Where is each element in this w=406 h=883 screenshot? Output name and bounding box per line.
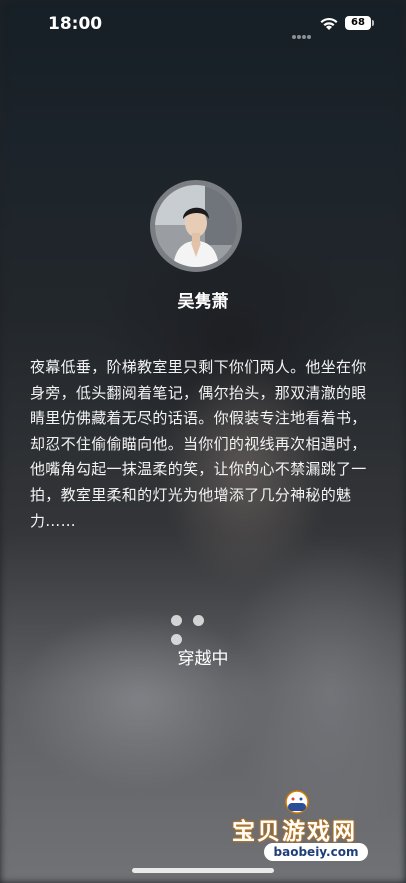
loading-dot — [171, 615, 182, 626]
battery-tip — [372, 20, 374, 26]
loading-dots — [171, 611, 235, 645]
wifi-icon — [319, 15, 339, 31]
home-indicator[interactable] — [132, 868, 274, 873]
avatar-portrait — [155, 185, 237, 267]
signal-icon — [292, 24, 314, 39]
status-time: 18:00 — [48, 14, 103, 34]
loading-dot — [193, 615, 204, 626]
avatar[interactable] — [150, 180, 242, 272]
character-name: 吴隽萧 — [177, 292, 229, 312]
battery-icon: 68 — [345, 16, 371, 30]
loading-label: 穿越中 — [177, 649, 229, 669]
status-bar: 18:00 68 — [0, 0, 406, 48]
site-watermark: 宝贝游戏网 baobeiy.com — [232, 790, 382, 870]
watermark-title: 宝贝游戏网 — [232, 819, 357, 845]
watermark-url: baobeiy.com — [264, 843, 368, 861]
story-text: 夜幕低垂，阶梯教室里只剩下你们两人。他坐在你身旁，低头翻阅着笔记，偶尔抬头，那双… — [30, 358, 367, 530]
